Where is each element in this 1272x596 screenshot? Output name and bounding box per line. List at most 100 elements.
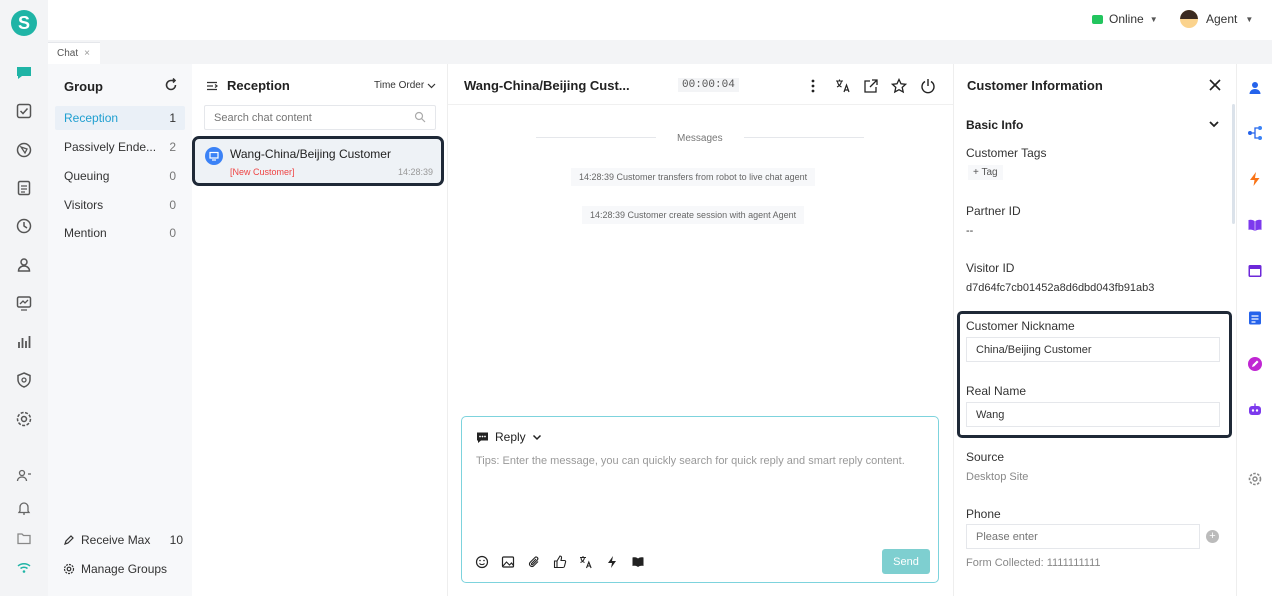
reply-mode-dropdown[interactable]: Reply: [476, 430, 542, 444]
desktop-visitor-icon: [205, 147, 223, 165]
edit-badge-icon[interactable]: [1247, 356, 1263, 372]
wifi-icon: [14, 558, 34, 578]
quick-reply-lightning-icon[interactable]: [1247, 171, 1263, 187]
agent-menu[interactable]: Agent ▼: [1180, 10, 1253, 28]
sort-dropdown[interactable]: Time Order: [374, 80, 436, 91]
star-icon[interactable]: [891, 78, 907, 94]
receive-max-value: 10: [169, 533, 183, 547]
phone-label: Phone: [966, 507, 1001, 521]
translate-icon[interactable]: [579, 555, 593, 569]
group-item-reception[interactable]: Reception 1: [55, 106, 185, 130]
chat-nav-icon[interactable]: [14, 63, 34, 83]
phone-input[interactable]: [966, 524, 1200, 549]
tab-close-icon[interactable]: ×: [84, 48, 90, 59]
conversation-item[interactable]: Wang-China/Beijing Customer [New Custome…: [192, 136, 444, 186]
transfer-icon[interactable]: [863, 78, 879, 94]
manage-groups-label: Manage Groups: [81, 562, 168, 576]
left-nav: S: [0, 0, 48, 596]
message-input[interactable]: Tips: Enter the message, you can quickly…: [476, 455, 905, 467]
close-icon[interactable]: [1208, 78, 1222, 92]
lightning-icon[interactable]: [605, 555, 619, 569]
status-selector[interactable]: Online ▼: [1092, 12, 1158, 26]
messages-label: Messages: [677, 133, 723, 144]
editor-toolbar: [475, 555, 645, 569]
real-name-field[interactable]: Wang: [966, 402, 1220, 427]
translate-icon[interactable]: [835, 78, 851, 94]
thumbs-up-icon[interactable]: [553, 555, 567, 569]
folder-icon[interactable]: [14, 528, 34, 548]
agent-name: Agent: [1206, 12, 1238, 26]
chat-title: Wang-China/Beijing Cust...: [464, 78, 630, 93]
reply-mode-label: Reply: [495, 430, 526, 444]
add-tag-button[interactable]: + Tag: [968, 165, 1003, 180]
settings-nav-icon[interactable]: [14, 409, 34, 429]
user-settings-icon[interactable]: [14, 466, 34, 486]
security-nav-icon[interactable]: [14, 370, 34, 390]
receive-max[interactable]: Receive Max 10: [63, 533, 183, 547]
right-tool-rail: [1236, 64, 1272, 596]
more-options-icon[interactable]: [805, 78, 821, 94]
conversation-name: Wang-China/Beijing Customer: [230, 147, 391, 161]
send-button[interactable]: Send: [882, 549, 930, 574]
tab-chat[interactable]: Chat ×: [48, 42, 100, 64]
monitor-nav-icon[interactable]: [14, 293, 34, 313]
document-nav-icon[interactable]: [14, 178, 34, 198]
list-collapse-icon[interactable]: [206, 80, 218, 92]
attachment-icon[interactable]: [527, 555, 541, 569]
refresh-icon[interactable]: [164, 78, 178, 92]
add-phone-icon[interactable]: +: [1206, 530, 1219, 543]
new-customer-badge: [New Customer]: [230, 167, 295, 177]
partner-id-value: --: [966, 225, 974, 237]
explore-nav-icon[interactable]: [14, 140, 34, 160]
chat-panel: Wang-China/Beijing Cust... 00:00:04 Mess…: [448, 64, 953, 596]
users-nav-icon[interactable]: [14, 255, 34, 275]
group-panel: Group Reception 1 Passively Ende... 2 Queu…: [48, 64, 192, 596]
scrollbar[interactable]: [1232, 104, 1235, 224]
reception-header: Reception: [206, 78, 290, 93]
window-icon[interactable]: [1247, 263, 1263, 279]
notes-icon[interactable]: [1247, 310, 1263, 326]
system-message: 14:28:39 Customer create session with ag…: [582, 206, 805, 224]
status-label: Online: [1109, 12, 1144, 26]
search-input[interactable]: [204, 105, 436, 130]
visitor-id-value: d7d64fc7cb01452a8d6dbd043fb91ab3: [966, 282, 1155, 294]
end-session-icon[interactable]: [920, 78, 936, 94]
customer-profile-icon[interactable]: [1247, 80, 1263, 96]
group-item-queuing[interactable]: Queuing 0: [55, 164, 185, 188]
basic-info-section[interactable]: Basic Info: [966, 118, 1023, 132]
group-item-count: 0: [169, 198, 176, 212]
flow-icon[interactable]: [1247, 125, 1263, 141]
group-item-count: 0: [169, 226, 176, 240]
reception-panel: Reception Time Order Wang-China/Beijing …: [192, 64, 448, 596]
tasks-nav-icon[interactable]: [14, 101, 34, 121]
notification-bell-icon[interactable]: [14, 498, 34, 518]
chat-header-divider: [448, 104, 953, 105]
emoji-icon[interactable]: [475, 555, 489, 569]
image-icon[interactable]: [501, 555, 515, 569]
chevron-down-icon[interactable]: [1208, 118, 1220, 130]
knowledge-book-icon[interactable]: [1247, 217, 1263, 233]
chevron-down-icon: [427, 81, 436, 90]
group-item-mention[interactable]: Mention 0: [55, 221, 185, 245]
customer-info-title: Customer Information: [967, 78, 1103, 93]
customer-info-panel: Customer Information Basic Info Customer…: [953, 64, 1235, 596]
caret-down-icon: ▼: [1149, 14, 1158, 24]
search-icon[interactable]: [414, 111, 426, 123]
manage-groups-link[interactable]: Manage Groups: [63, 562, 183, 576]
agent-avatar: [1180, 10, 1198, 28]
group-item-count: 1: [169, 111, 176, 125]
settings-gear-icon[interactable]: [1247, 471, 1263, 487]
knowledge-book-icon[interactable]: [631, 555, 645, 569]
reports-nav-icon[interactable]: [14, 332, 34, 352]
group-item-count: 2: [169, 140, 176, 154]
reply-editor[interactable]: Reply Tips: Enter the message, you can q…: [461, 416, 939, 583]
history-nav-icon[interactable]: [14, 216, 34, 236]
group-item-passively-ended[interactable]: Passively Ende... 2: [55, 135, 185, 159]
session-timer: 00:00:04: [678, 78, 739, 92]
group-item-visitors[interactable]: Visitors 0: [55, 193, 185, 217]
customer-nickname-label: Customer Nickname: [966, 319, 1075, 333]
chevron-down-icon: [532, 432, 542, 442]
group-item-label: Visitors: [64, 198, 104, 212]
customer-nickname-field[interactable]: China/Beijing Customer: [966, 337, 1220, 362]
robot-icon[interactable]: [1247, 402, 1263, 418]
